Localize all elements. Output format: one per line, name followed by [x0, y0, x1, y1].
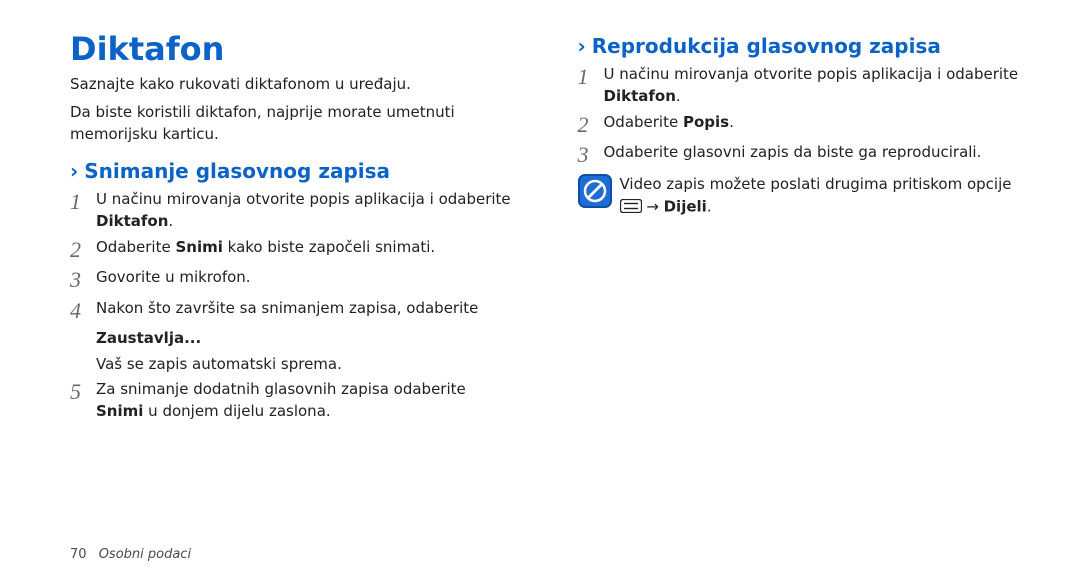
step-5-bold: Snimi: [96, 402, 143, 420]
step-number-5: 5: [70, 379, 96, 405]
subheading-record: ›Snimanje glasovnog zapisa: [70, 159, 518, 183]
step-3-text: Govorite u mikrofon.: [96, 267, 518, 289]
page-canvas: Diktafon Saznajte kako rukovati diktafon…: [0, 0, 1080, 530]
step-2-bold: Snimi: [175, 238, 222, 256]
intro-paragraph-2: Da biste koristili diktafon, najprije mo…: [70, 102, 518, 146]
note-dot: .: [707, 197, 712, 215]
subheading-play-text: Reprodukcija glasovnog zapisa: [592, 34, 941, 58]
step-r2-bold: Popis: [683, 113, 729, 131]
step-r1-text: U načinu mirovanja otvorite popis aplika…: [604, 64, 1026, 108]
step-5-post: u donjem dijelu zaslona.: [143, 402, 330, 420]
info-icon: [578, 174, 612, 208]
note-share: Video zapis možete poslati drugima priti…: [578, 174, 1026, 218]
step-2-post: kako biste započeli snimati.: [223, 238, 435, 256]
step-3: 3 Govorite u mikrofon.: [70, 267, 518, 293]
step-r2-text: Odaberite Popis.: [604, 112, 1026, 134]
step-1: 1 U načinu mirovanja otvorite popis apli…: [70, 189, 518, 233]
note-bold: Dijeli: [664, 197, 707, 215]
step-2: 2 Odaberite Snimi kako biste započeli sn…: [70, 237, 518, 263]
chevron-right-icon: ›: [70, 159, 78, 183]
page-number: 70: [70, 547, 87, 562]
subheading-play: ›Reprodukcija glasovnog zapisa: [578, 34, 1026, 58]
step-number-r3: 3: [578, 142, 604, 168]
note-line1: Video zapis možete poslati drugima priti…: [620, 175, 1012, 193]
step-1-text: U načinu mirovanja otvorite popis aplika…: [96, 189, 518, 233]
step-2-pre: Odaberite: [96, 238, 175, 256]
step-4-bold: Zaustavlja...: [96, 328, 518, 350]
step-number-r2: 2: [578, 112, 604, 138]
step-r1-dot: .: [676, 87, 681, 105]
step-1-dot: .: [168, 212, 173, 230]
step-2-text: Odaberite Snimi kako biste započeli snim…: [96, 237, 518, 259]
step-r2-post: .: [729, 113, 734, 131]
step-4: 4 Nakon što završite sa snimanjem zapisa…: [70, 298, 518, 324]
section-title: Diktafon: [70, 30, 518, 68]
right-column: ›Reprodukcija glasovnog zapisa 1 U način…: [578, 30, 1026, 530]
step-5: 5 Za snimanje dodatnih glasovnih zapisa …: [70, 379, 518, 423]
step-4-aux: Vaš se zapis automatski sprema.: [96, 354, 518, 376]
step-5-text: Za snimanje dodatnih glasovnih zapisa od…: [96, 379, 518, 423]
step-r1-lead: U načinu mirovanja otvorite popis aplika…: [604, 65, 1019, 83]
page-footer: 70 Osobni podaci: [70, 547, 191, 562]
step-r3-text: Odaberite glasovni zapis da biste ga rep…: [604, 142, 1026, 164]
intro-paragraph-1: Saznajte kako rukovati diktafonom u uređ…: [70, 74, 518, 96]
step-4-text: Nakon što završite sa snimanjem zapisa, …: [96, 298, 518, 320]
subheading-record-text: Snimanje glasovnog zapisa: [84, 159, 390, 183]
footer-section: Osobni podaci: [99, 547, 191, 562]
step-r2-pre: Odaberite: [604, 113, 683, 131]
step-1-lead: U načinu mirovanja otvorite popis aplika…: [96, 190, 511, 208]
note-share-text: Video zapis možete poslati drugima priti…: [620, 174, 1012, 218]
step-number-4: 4: [70, 298, 96, 324]
step-number-r1: 1: [578, 64, 604, 90]
step-number-2: 2: [70, 237, 96, 263]
step-r2: 2 Odaberite Popis.: [578, 112, 1026, 138]
step-r3: 3 Odaberite glasovni zapis da biste ga r…: [578, 142, 1026, 168]
step-r1-bold: Diktafon: [604, 87, 676, 105]
step-number-1: 1: [70, 189, 96, 215]
left-column: Diktafon Saznajte kako rukovati diktafon…: [70, 30, 518, 530]
step-5-pre: Za snimanje dodatnih glasovnih zapisa od…: [96, 380, 466, 398]
step-1-bold: Diktafon: [96, 212, 168, 230]
step-number-3: 3: [70, 267, 96, 293]
menu-button-icon: [620, 196, 642, 218]
step-4-lead: Nakon što završite sa snimanjem zapisa, …: [96, 299, 478, 317]
step-r1: 1 U načinu mirovanja otvorite popis apli…: [578, 64, 1026, 108]
note-arrow: →: [642, 197, 664, 215]
chevron-right-icon: ›: [578, 34, 586, 58]
